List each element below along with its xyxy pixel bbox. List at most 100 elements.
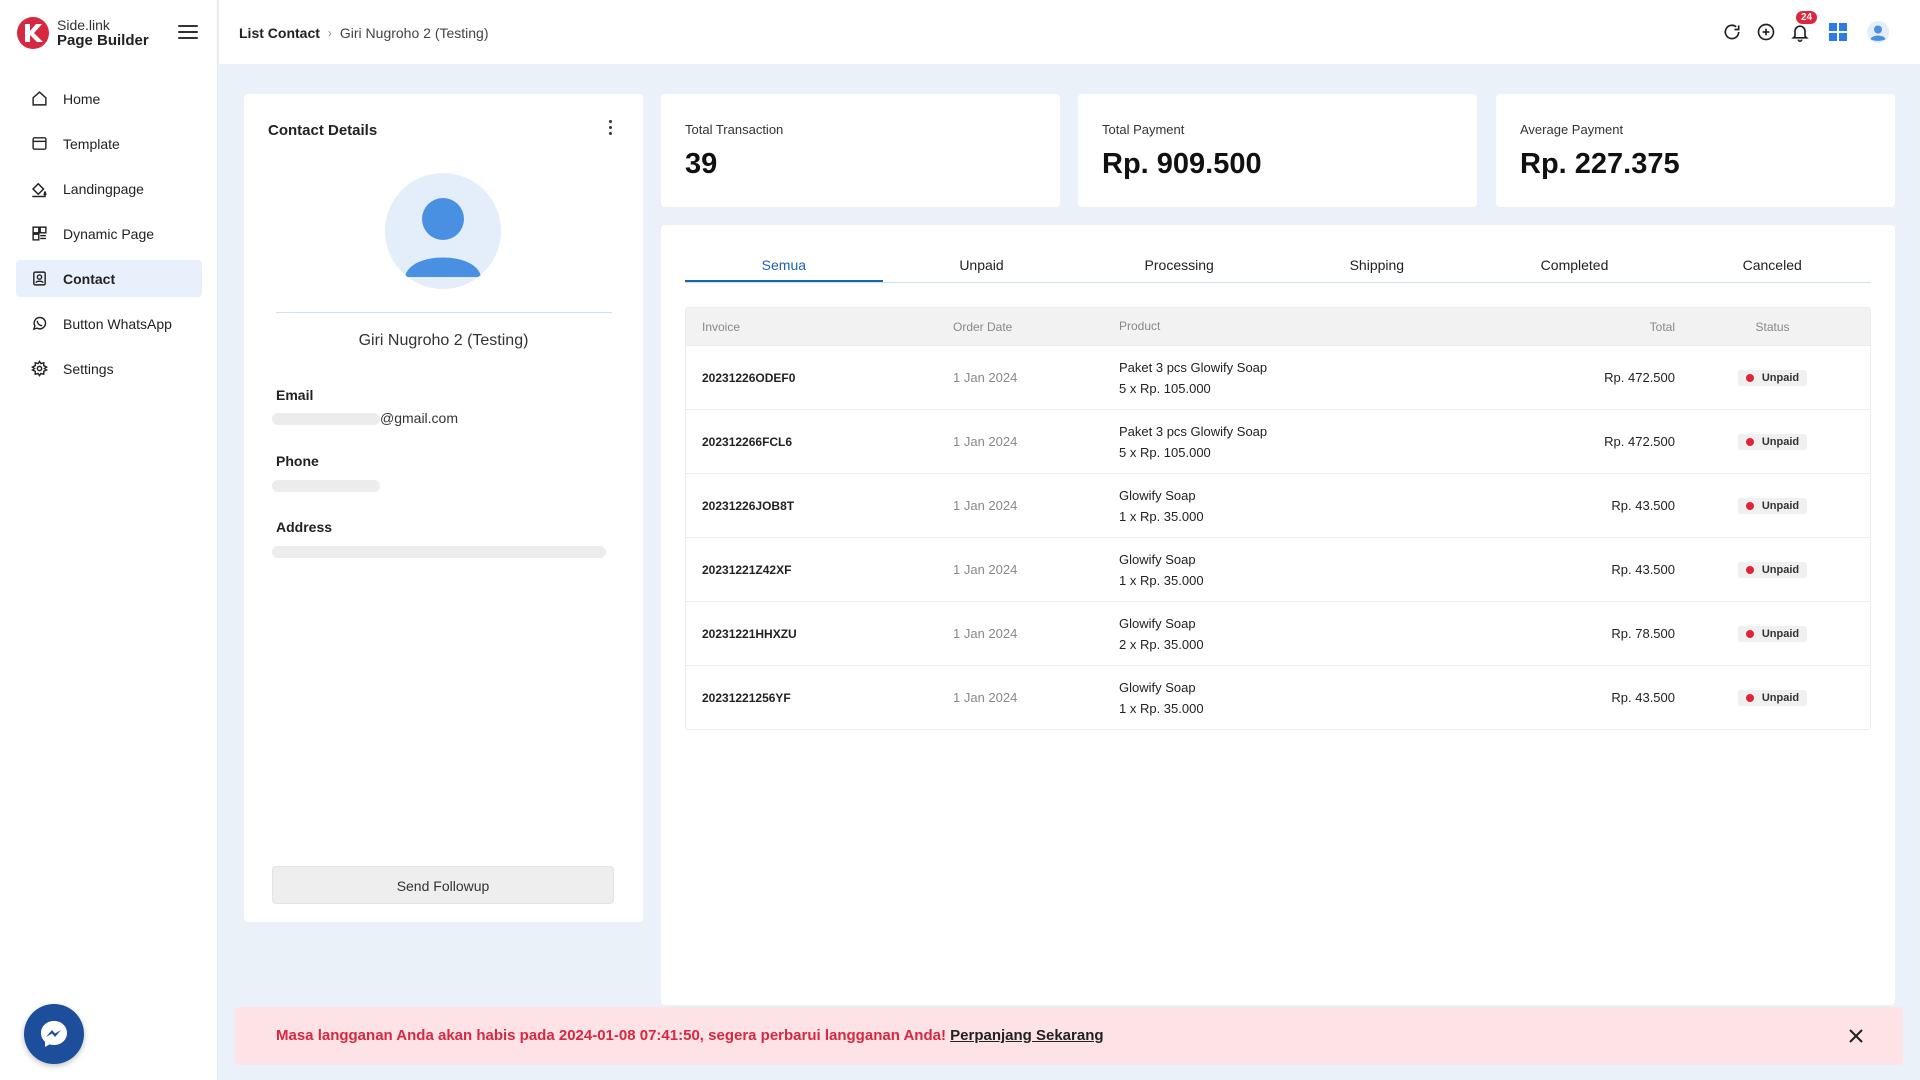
product-name: Paket 3 pcs Glowify Soap xyxy=(1119,359,1268,375)
invoice-id[interactable]: 20231226ODEF0 xyxy=(686,371,953,385)
order-total: Rp. 472.500 xyxy=(1604,434,1675,449)
redacted-email-part xyxy=(272,413,380,426)
gear-icon xyxy=(30,360,48,378)
invoice-id[interactable]: 202312266FCL6 xyxy=(686,435,953,449)
sidebar-item-home[interactable]: Home xyxy=(16,80,202,117)
product-name: Glowify Soap xyxy=(1119,615,1196,631)
product-cell: Glowify Soap 1 x Rp. 35.000 xyxy=(1119,485,1479,527)
contact-name: Giri Nugroho 2 (Testing) xyxy=(358,332,529,349)
tab-processing[interactable]: Processing xyxy=(1080,247,1278,282)
order-date: 1 Jan 2024 xyxy=(953,498,1018,513)
alert-message-text: Masa langganan Anda akan habis pada 2024… xyxy=(276,1027,951,1044)
sidebar-item-landingpage[interactable]: Landingpage xyxy=(16,170,202,207)
messenger-chat-button[interactable] xyxy=(24,1004,84,1064)
invoice-id[interactable]: 20231221256YF xyxy=(686,691,953,705)
orders-panel: Semua Unpaid Processing Shipping Complet… xyxy=(661,225,1895,1005)
status-cell: Unpaid xyxy=(1675,561,1870,578)
whatsapp-icon xyxy=(30,315,48,333)
table-row[interactable]: 20231221Z42XF 1 Jan 2024 Glowify Soap 1 x… xyxy=(686,537,1870,601)
tab-shipping[interactable]: Shipping xyxy=(1278,247,1476,282)
stat-value: Rp. 227.375 xyxy=(1520,148,1680,180)
order-total: Rp. 43.500 xyxy=(1611,498,1675,513)
brand-name-top: Side.link xyxy=(57,17,110,33)
sidebar-item-settings[interactable]: Settings xyxy=(16,350,202,387)
column-header-invoice[interactable]: Invoice xyxy=(686,320,953,334)
table-header: Invoice Order Date Product Total Status xyxy=(686,308,1870,345)
status-dot-icon xyxy=(1745,693,1754,702)
invoice-id[interactable]: 20231221HHXZU xyxy=(686,627,953,641)
column-header-product[interactable]: Product xyxy=(1119,316,1479,337)
send-followup-button[interactable]: Send Followup xyxy=(272,866,614,904)
order-date: 1 Jan 2024 xyxy=(953,626,1018,641)
column-header-total[interactable]: Total xyxy=(1479,320,1675,334)
phone-label: Phone xyxy=(276,453,319,469)
tab-canceled[interactable]: Canceled xyxy=(1673,247,1871,282)
product-name: Paket 3 pcs Glowify Soap xyxy=(1119,423,1268,439)
dashboard-icon xyxy=(30,225,48,243)
header-actions: 24 xyxy=(1710,11,1890,44)
notification-badge: 24 xyxy=(1796,11,1818,24)
column-header-status[interactable]: Status xyxy=(1675,320,1870,334)
redacted-address xyxy=(272,546,606,559)
email-label: Email xyxy=(276,387,314,403)
status-badge: Unpaid xyxy=(1737,497,1808,514)
add-circle-icon[interactable] xyxy=(1754,20,1778,44)
user-avatar-icon[interactable] xyxy=(1866,20,1890,44)
order-date: 1 Jan 2024 xyxy=(953,370,1018,385)
status-text: Unpaid xyxy=(1761,627,1800,640)
stat-label: Average Payment xyxy=(1520,122,1624,137)
bell-icon[interactable]: 24 xyxy=(1788,11,1818,44)
table-row[interactable]: 20231221HHXZU 1 Jan 2024 Glowify Soap 2 x… xyxy=(686,601,1870,665)
tab-unpaid[interactable]: Unpaid xyxy=(883,247,1081,282)
status-text: Unpaid xyxy=(1761,563,1800,576)
close-icon[interactable] xyxy=(1847,1027,1865,1045)
brand-logo-block[interactable]: Side.link Page Builder xyxy=(16,16,149,50)
sidebar-item-button-whatsapp[interactable]: Button WhatsApp xyxy=(16,305,202,342)
menu-toggle-icon[interactable] xyxy=(178,25,198,41)
product-qty: 5 x Rp. 105.000 xyxy=(1119,444,1211,460)
sidebar-item-label: Dynamic Page xyxy=(63,225,155,242)
sidebar-item-contact[interactable]: Contact xyxy=(16,260,202,297)
renew-now-link[interactable]: Perpanjang Sekarang xyxy=(950,1027,1103,1044)
refresh-icon[interactable] xyxy=(1720,20,1744,44)
status-cell: Unpaid xyxy=(1675,369,1870,386)
product-name: Glowify Soap xyxy=(1119,487,1196,503)
status-dot-icon xyxy=(1745,501,1754,510)
status-text: Unpaid xyxy=(1761,691,1800,704)
table-row[interactable]: 20231226ODEF0 1 Jan 2024 Paket 3 pcs Glo… xyxy=(686,345,1870,409)
table-row[interactable]: 20231221256YF 1 Jan 2024 Glowify Soap 1 x… xyxy=(686,665,1870,729)
redacted-phone xyxy=(272,480,380,493)
phone-value xyxy=(272,477,380,493)
template-icon xyxy=(30,135,48,153)
stat-card-total-transaction: Total Transaction 39 xyxy=(661,94,1060,207)
column-header-order-date[interactable]: Order Date xyxy=(953,320,1119,334)
status-cell: Unpaid xyxy=(1675,497,1870,514)
email-domain: @gmail.com xyxy=(380,410,459,426)
orders-table: Invoice Order Date Product Total Status … xyxy=(685,307,1871,730)
tab-semua[interactable]: Semua xyxy=(685,247,883,282)
paint-bucket-icon xyxy=(30,180,48,198)
status-cell: Unpaid xyxy=(1675,625,1870,642)
tab-completed[interactable]: Completed xyxy=(1476,247,1674,282)
sidebar-item-label: Home xyxy=(63,90,101,107)
sidebar-item-template[interactable]: Template xyxy=(16,125,202,162)
invoice-id[interactable]: 20231226JOB8T xyxy=(686,499,953,513)
status-tabs: Semua Unpaid Processing Shipping Complet… xyxy=(685,247,1871,283)
product-cell: Glowify Soap 1 x Rp. 35.000 xyxy=(1119,677,1479,719)
breadcrumb-root-link[interactable]: List Contact xyxy=(239,25,320,41)
invoice-id[interactable]: 20231221Z42XF xyxy=(686,563,953,577)
status-dot-icon xyxy=(1745,565,1754,574)
status-badge: Unpaid xyxy=(1737,433,1808,450)
apps-grid-icon[interactable] xyxy=(1826,20,1850,44)
sidebar-item-label: Landingpage xyxy=(63,180,144,197)
sidebar-item-dynamic-page[interactable]: Dynamic Page xyxy=(16,215,202,252)
more-vertical-icon[interactable] xyxy=(607,120,613,136)
status-text: Unpaid xyxy=(1761,499,1800,512)
status-dot-icon xyxy=(1745,437,1754,446)
top-header: List Contact › Giri Nugroho 2 (Testing) … xyxy=(219,0,1920,64)
stat-label: Total Payment xyxy=(1102,122,1185,137)
avatar xyxy=(385,173,501,289)
messenger-icon xyxy=(41,1021,67,1047)
table-row[interactable]: 20231226JOB8T 1 Jan 2024 Glowify Soap 1 x… xyxy=(686,473,1870,537)
table-row[interactable]: 202312266FCL6 1 Jan 2024 Paket 3 pcs Glo… xyxy=(686,409,1870,473)
